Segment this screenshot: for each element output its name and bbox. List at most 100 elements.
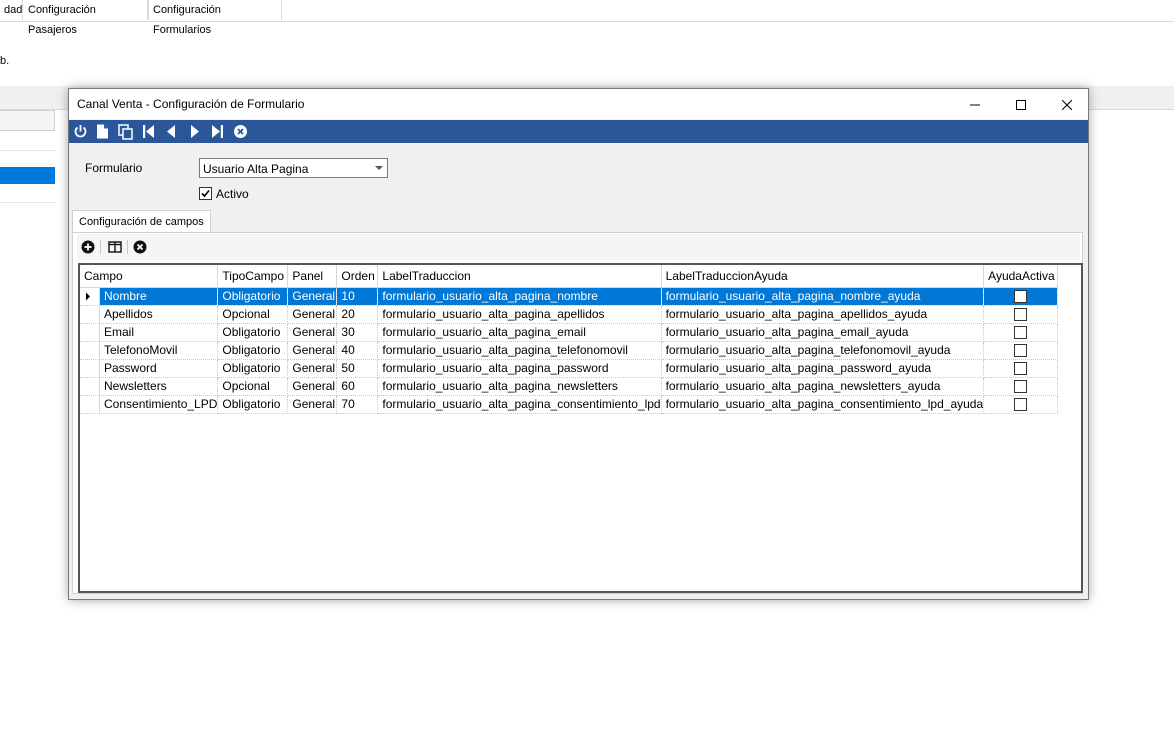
column-header-orden[interactable]: Orden (336, 265, 379, 288)
background-grid-selected-row[interactable] (0, 167, 55, 184)
column-header-tipocampo[interactable]: TipoCampo (217, 265, 289, 288)
cell-tipo[interactable]: Obligatorio (217, 287, 289, 306)
add-row-button[interactable] (81, 240, 95, 254)
column-header-campo[interactable]: Campo (80, 265, 219, 288)
checkmark-icon (201, 189, 210, 198)
cell-label[interactable]: formulario_usuario_alta_pagina_consentim… (377, 395, 662, 414)
table-row[interactable]: TelefonoMovil Obligatorio General 40 formula… (80, 341, 1059, 360)
formulario-select[interactable]: Usuario Alta Pagina (199, 158, 388, 178)
previous-button[interactable] (163, 123, 180, 140)
cell-ayuda[interactable]: formulario_usuario_alta_pagina_email_ayu… (661, 323, 985, 342)
row-header[interactable] (80, 395, 100, 412)
table-row[interactable]: Consentimiento_LPD Obligatorio General 70 fo… (80, 395, 1059, 414)
background-grid-row[interactable] (0, 133, 55, 151)
ayudaactiva-checkbox[interactable] (1014, 290, 1028, 304)
table-row[interactable]: Password Obligatorio General 50 formulario_u… (80, 359, 1059, 378)
new-button[interactable] (94, 123, 111, 140)
cell-tipo[interactable]: Opcional (217, 377, 289, 396)
table-row[interactable]: Email Obligatorio General 30 formulario_usua… (80, 323, 1059, 342)
copy-button[interactable] (117, 123, 134, 140)
cell-ayudaactiva[interactable] (983, 377, 1059, 396)
minimize-button[interactable] (952, 89, 998, 119)
cell-panel[interactable]: General (287, 287, 338, 306)
ayudaactiva-checkbox[interactable] (1014, 362, 1028, 376)
cell-panel[interactable]: General (287, 341, 338, 360)
cell-panel[interactable]: General (287, 305, 338, 324)
cell-orden[interactable]: 40 (336, 341, 379, 360)
cell-ayuda[interactable]: formulario_usuario_alta_pagina_telefonom… (661, 341, 985, 360)
ayudaactiva-checkbox[interactable] (1014, 380, 1028, 394)
cell-ayuda[interactable]: formulario_usuario_alta_pagina_nombre_ay… (661, 287, 985, 306)
cell-tipo[interactable]: Obligatorio (217, 395, 289, 414)
tab-configuracion-formularios[interactable]: Configuración Formularios (148, 0, 282, 36)
cell-label[interactable]: formulario_usuario_alta_pagina_newslette… (377, 377, 662, 396)
ayudaactiva-checkbox[interactable] (1014, 308, 1028, 322)
delete-row-button[interactable] (133, 240, 147, 254)
cell-ayuda[interactable]: formulario_usuario_alta_pagina_password_… (661, 359, 985, 378)
background-grid-row[interactable] (0, 185, 55, 203)
cell-ayuda[interactable]: formulario_usuario_alta_pagina_newslette… (661, 377, 985, 396)
cell-panel[interactable]: General (287, 377, 338, 396)
row-header[interactable] (80, 323, 100, 340)
activo-checkbox[interactable] (199, 187, 212, 200)
column-header-labeltraduccionayuda[interactable]: LabelTraduccionAyuda (661, 265, 985, 288)
cell-label[interactable]: formulario_usuario_alta_pagina_nombre (377, 287, 662, 306)
cell-ayuda[interactable]: formulario_usuario_alta_pagina_apellidos… (661, 305, 985, 324)
tab-previous[interactable]: dad (0, 0, 23, 20)
cell-orden[interactable]: 20 (336, 305, 379, 324)
cell-ayudaactiva[interactable] (983, 305, 1059, 324)
row-header[interactable] (80, 305, 100, 322)
next-button[interactable] (186, 123, 203, 140)
cancel-button[interactable] (232, 123, 249, 140)
columns-icon (108, 241, 122, 253)
cell-ayudaactiva[interactable] (983, 287, 1059, 306)
cell-tipo[interactable]: Obligatorio (217, 359, 289, 378)
cell-label[interactable]: formulario_usuario_alta_pagina_telefonom… (377, 341, 662, 360)
cell-ayuda[interactable]: formulario_usuario_alta_pagina_consentim… (661, 395, 985, 414)
cell-tipo[interactable]: Obligatorio (217, 323, 289, 342)
cell-tipo[interactable]: Opcional (217, 305, 289, 324)
minimize-icon (970, 104, 980, 106)
background-grid-row[interactable] (0, 150, 55, 168)
cell-orden[interactable]: 50 (336, 359, 379, 378)
dropdown-button[interactable] (371, 159, 387, 177)
cell-orden[interactable]: 30 (336, 323, 379, 342)
ayudaactiva-checkbox[interactable] (1014, 326, 1028, 340)
row-header[interactable] (80, 287, 100, 304)
cell-tipo[interactable]: Obligatorio (217, 341, 289, 360)
first-button[interactable] (140, 123, 157, 140)
cell-panel[interactable]: General (287, 323, 338, 342)
row-header[interactable] (80, 377, 100, 394)
table-row[interactable]: Nombre Obligatorio General 10 formulario_usu… (80, 287, 1059, 306)
cell-label[interactable]: formulario_usuario_alta_pagina_apellidos (377, 305, 662, 324)
maximize-button[interactable] (998, 89, 1044, 119)
cell-panel[interactable]: General (287, 359, 338, 378)
cell-ayudaactiva[interactable] (983, 395, 1059, 414)
cell-ayudaactiva[interactable] (983, 323, 1059, 342)
cell-orden[interactable]: 60 (336, 377, 379, 396)
cell-label[interactable]: formulario_usuario_alta_pagina_email (377, 323, 662, 342)
tab-configuracion-campos[interactable]: Configuración de campos (72, 210, 211, 232)
last-button[interactable] (209, 123, 226, 140)
ayudaactiva-checkbox[interactable] (1014, 344, 1028, 358)
title-bar[interactable]: Canal Venta - Configuración de Formulari… (69, 89, 1088, 119)
table-row[interactable]: Newsletters Opcional General 60 formulario_u… (80, 377, 1059, 396)
column-header-labeltraduccion[interactable]: LabelTraduccion (377, 265, 662, 288)
row-header[interactable] (80, 341, 100, 358)
power-button[interactable] (72, 123, 89, 140)
column-header-ayudaactiva[interactable]: AyudaActiva (983, 265, 1059, 288)
close-button[interactable] (1044, 89, 1090, 119)
cell-orden[interactable]: 70 (336, 395, 379, 414)
cell-ayudaactiva[interactable] (983, 359, 1059, 378)
ayudaactiva-checkbox[interactable] (1014, 398, 1028, 412)
campos-grid[interactable]: Campo TipoCampo Panel Orden LabelTraducc… (78, 263, 1083, 593)
row-header[interactable] (80, 359, 100, 376)
table-row[interactable]: Apellidos Opcional General 20 formulario_usu… (80, 305, 1059, 324)
columns-button[interactable] (108, 240, 122, 254)
cell-ayudaactiva[interactable] (983, 341, 1059, 360)
cell-orden[interactable]: 10 (336, 287, 379, 306)
tab-configuracion-pasajeros[interactable]: Configuración Pasajeros (24, 0, 148, 36)
cell-panel[interactable]: General (287, 395, 338, 414)
column-header-panel[interactable]: Panel (287, 265, 338, 288)
cell-label[interactable]: formulario_usuario_alta_pagina_password (377, 359, 662, 378)
